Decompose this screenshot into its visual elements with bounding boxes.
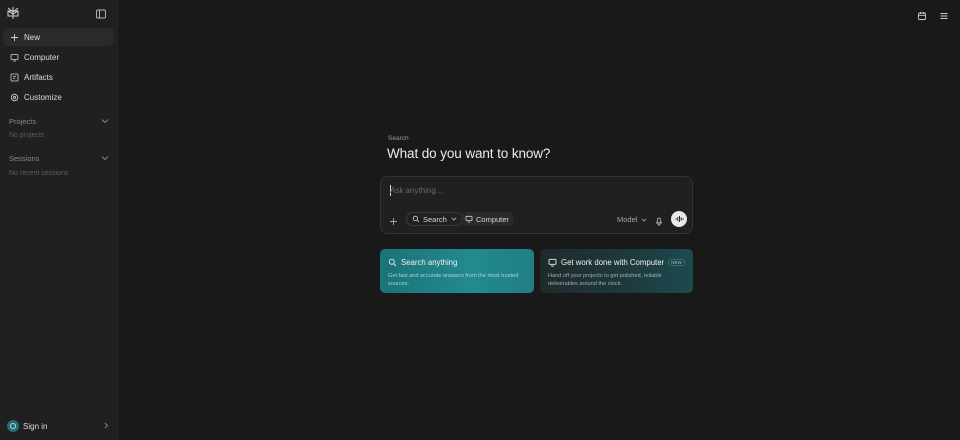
- computer-mode-button[interactable]: Computer: [460, 212, 514, 226]
- avatar: [7, 420, 19, 432]
- model-label: Model: [617, 215, 638, 224]
- microphone-icon[interactable]: [655, 214, 664, 226]
- monitor-icon: [465, 215, 473, 223]
- sign-in-button[interactable]: Sign in: [7, 419, 109, 433]
- composer: Ask anything... Search Computer Model: [380, 176, 693, 234]
- monitor-icon: [548, 258, 557, 267]
- projects-heading: Projects: [9, 116, 37, 126]
- sidebar-item-label: Artifacts: [24, 72, 53, 82]
- sidebar-item-customize[interactable]: Customize: [3, 88, 114, 106]
- projects-empty-text: No projects: [9, 132, 45, 139]
- sidebar-item-label: New: [24, 32, 41, 42]
- chevron-down-icon: [451, 217, 457, 221]
- sidebar-item-artifacts[interactable]: Artifacts: [3, 68, 114, 86]
- model-selector[interactable]: Model: [617, 215, 647, 224]
- computer-card[interactable]: Get work done with Computer NEW Hand off…: [540, 249, 693, 293]
- chevron-down-icon[interactable]: [101, 154, 109, 163]
- sidebar-item-computer[interactable]: Computer: [3, 48, 114, 66]
- card-title: Get work done with Computer: [561, 257, 665, 267]
- chevron-down-icon[interactable]: [101, 117, 109, 126]
- search-icon: [412, 215, 420, 223]
- sessions-section-header[interactable]: Sessions: [9, 152, 109, 164]
- new-badge: NEW: [668, 258, 685, 266]
- sidebar-item-label: Customize: [24, 92, 62, 102]
- sessions-heading: Sessions: [9, 153, 40, 163]
- perplexity-logo-icon[interactable]: [6, 6, 22, 22]
- plus-icon: [9, 32, 19, 42]
- sidebar-item-label: Computer: [24, 52, 60, 62]
- projects-section-header[interactable]: Projects: [9, 115, 109, 127]
- voice-mode-button[interactable]: [671, 211, 687, 227]
- sidebar-collapse-icon[interactable]: [95, 7, 109, 21]
- waveform-icon: [675, 210, 684, 228]
- sessions-empty-text: No recent sessions: [9, 170, 69, 177]
- search-mode-label: Search: [423, 214, 447, 224]
- card-title: Search anything: [401, 257, 458, 267]
- card-description: Hand off your projects to get polished, …: [548, 273, 662, 287]
- attach-plus-icon[interactable]: [389, 213, 399, 225]
- page-title: What do you want to know?: [387, 146, 551, 161]
- card-description: Get fast and accurate answers from the m…: [388, 273, 519, 287]
- ask-input[interactable]: Ask anything...: [390, 186, 442, 195]
- search-kicker: Search: [388, 135, 409, 142]
- calendar-icon[interactable]: [917, 8, 929, 20]
- sidebar-item-new[interactable]: New: [3, 28, 114, 46]
- sign-in-label: Sign in: [23, 421, 48, 431]
- chevron-right-icon: [104, 422, 109, 431]
- computer-mode-label: Computer: [476, 214, 509, 224]
- search-mode-button[interactable]: Search: [406, 212, 463, 226]
- sidebar-header: [6, 6, 111, 22]
- artifacts-icon: [9, 72, 19, 82]
- search-icon: [388, 258, 397, 267]
- chevron-down-icon: [641, 218, 647, 222]
- monitor-icon: [9, 52, 19, 62]
- sidebar: New Computer Artifacts Customize Project…: [0, 0, 118, 440]
- settings-icon: [9, 92, 19, 102]
- search-anything-card[interactable]: Search anything Get fast and accurate an…: [380, 249, 534, 293]
- menu-icon[interactable]: [939, 8, 951, 20]
